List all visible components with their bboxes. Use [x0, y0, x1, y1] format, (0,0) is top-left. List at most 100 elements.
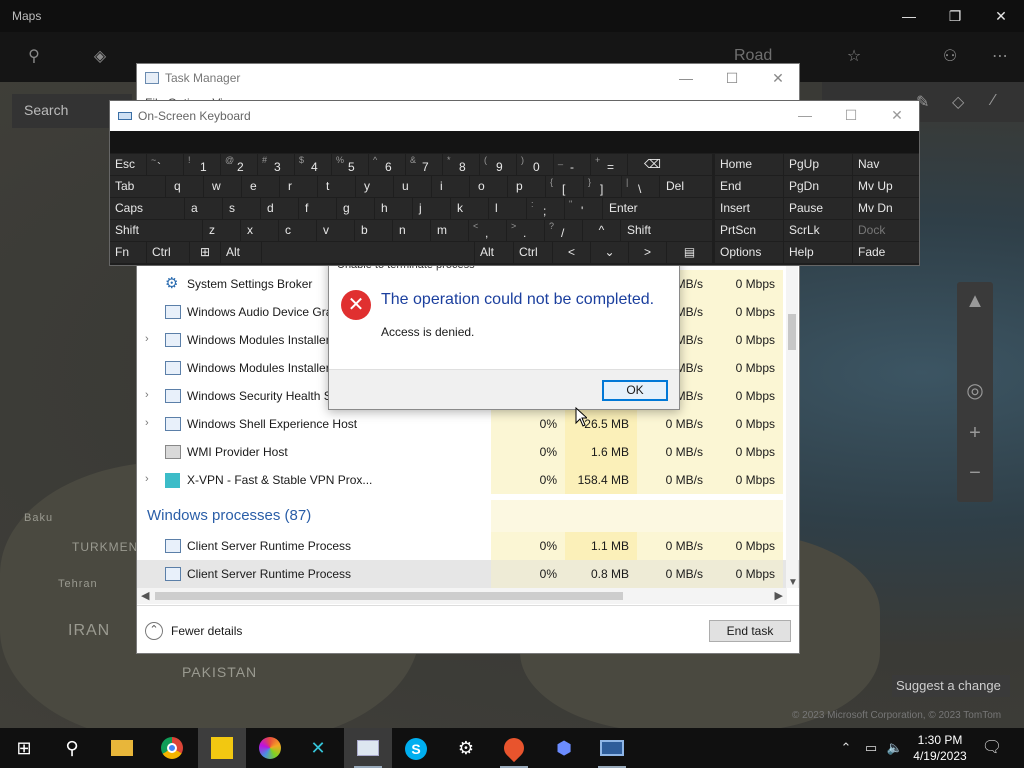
- windows-processes-group-header[interactable]: Windows processes (87): [147, 507, 311, 524]
- key-backspace[interactable]: ⌫: [628, 154, 712, 175]
- compass-icon[interactable]: ▲: [957, 290, 993, 313]
- key-shift-right[interactable]: Shift: [621, 220, 712, 241]
- key-period[interactable]: >.: [507, 220, 544, 241]
- key-b[interactable]: b: [355, 220, 392, 241]
- maps-minimize-button[interactable]: —: [886, 0, 932, 32]
- key-dock[interactable]: Dock: [853, 220, 919, 241]
- key-ctrl-right[interactable]: Ctrl: [514, 242, 552, 263]
- table-row[interactable]: › X-VPN - Fast & Stable VPN Prox... 0% 1…: [137, 466, 799, 494]
- locate-icon[interactable]: ◎: [957, 378, 993, 403]
- key-space[interactable]: [262, 242, 474, 263]
- remote-desktop-icon[interactable]: [588, 728, 636, 768]
- key-enter[interactable]: Enter: [603, 198, 712, 219]
- key-g[interactable]: g: [337, 198, 374, 219]
- key-right-arrow[interactable]: >: [629, 242, 666, 263]
- osk-maximize-button[interactable]: ☐: [828, 101, 874, 131]
- osk-close-button[interactable]: ✕: [874, 101, 920, 131]
- key-8[interactable]: * 8: [443, 154, 479, 175]
- key-equals[interactable]: + =: [591, 154, 627, 175]
- key-ctrl-left[interactable]: Ctrl: [147, 242, 189, 263]
- key-e[interactable]: e: [242, 176, 279, 197]
- key-prtscn[interactable]: PrtScn: [715, 220, 783, 241]
- key-j[interactable]: j: [413, 198, 450, 219]
- horizontal-scrollbar[interactable]: ◀ ▶: [137, 588, 787, 604]
- search-icon[interactable]: ⚲: [18, 42, 50, 72]
- expand-chevron-icon[interactable]: ›: [145, 389, 149, 401]
- key-pause[interactable]: Pause: [784, 198, 852, 219]
- taskbar-search-icon[interactable]: ⚲: [48, 728, 96, 768]
- expand-chevron-icon[interactable]: ›: [145, 473, 149, 485]
- key-v[interactable]: v: [317, 220, 354, 241]
- key-pgup[interactable]: PgUp: [784, 154, 852, 175]
- tm-minimize-button[interactable]: —: [663, 64, 709, 94]
- key-p[interactable]: p: [508, 176, 545, 197]
- key-end[interactable]: End: [715, 176, 783, 197]
- volume-icon[interactable]: 🔈: [884, 728, 906, 768]
- key-5[interactable]: % 5: [332, 154, 368, 175]
- show-hidden-icons-chevron-icon[interactable]: ⌃: [836, 728, 856, 768]
- key-a[interactable]: a: [185, 198, 222, 219]
- key-fn[interactable]: Fn: [110, 242, 146, 263]
- copilot-icon[interactable]: ⬢: [540, 728, 588, 768]
- favorites-icon[interactable]: ☆: [838, 42, 870, 72]
- maps-taskbar-icon[interactable]: [490, 728, 538, 768]
- start-button[interactable]: ⊞: [0, 728, 48, 768]
- task-manager-taskbar-icon[interactable]: [344, 728, 392, 768]
- key-esc[interactable]: Esc: [110, 154, 146, 175]
- key-nav[interactable]: Nav: [853, 154, 919, 175]
- key-4[interactable]: $4: [295, 154, 331, 175]
- key-w[interactable]: w: [204, 176, 241, 197]
- table-row-selected[interactable]: Client Server Runtime Process 0% 0.8 MB …: [137, 560, 799, 588]
- key-right-bracket[interactable]: }]: [584, 176, 621, 197]
- key-shift-left[interactable]: Shift: [110, 220, 202, 241]
- key-s[interactable]: s: [223, 198, 260, 219]
- zoom-in-icon[interactable]: +: [957, 422, 993, 445]
- key-r[interactable]: r: [280, 176, 317, 197]
- directions-icon[interactable]: ◈: [84, 42, 116, 72]
- key-9[interactable]: (9: [480, 154, 516, 175]
- key-t[interactable]: t: [318, 176, 355, 197]
- network-icon[interactable]: ▭: [860, 728, 882, 768]
- key-options[interactable]: Options: [715, 242, 783, 263]
- key-fade[interactable]: Fade: [853, 242, 919, 263]
- system-clock[interactable]: 1:30 PM 4/19/2023: [908, 732, 972, 764]
- key-alt-left[interactable]: Alt: [221, 242, 261, 263]
- key-insert[interactable]: Insert: [715, 198, 783, 219]
- key-d[interactable]: d: [261, 198, 298, 219]
- more-icon[interactable]: ⋯: [984, 42, 1016, 72]
- expand-chevron-icon[interactable]: ›: [145, 417, 149, 429]
- key-mvdn[interactable]: Mv Dn: [853, 198, 919, 219]
- key-n[interactable]: n: [393, 220, 430, 241]
- key-l[interactable]: l: [489, 198, 526, 219]
- key-minus[interactable]: _ -: [554, 154, 590, 175]
- key-7[interactable]: & 7: [406, 154, 442, 175]
- scroll-left-icon[interactable]: ◀: [141, 589, 149, 602]
- scroll-right-icon[interactable]: ▶: [775, 589, 783, 602]
- key-3[interactable]: #3: [258, 154, 294, 175]
- key-scrlk[interactable]: ScrLk: [784, 220, 852, 241]
- scroll-down-icon[interactable]: ▼: [788, 577, 798, 588]
- ok-button[interactable]: OK: [602, 380, 668, 401]
- expand-chevron-icon[interactable]: ›: [145, 333, 149, 345]
- suggest-change-button[interactable]: Suggest a change: [892, 675, 1010, 697]
- key-alt-right[interactable]: Alt: [475, 242, 513, 263]
- ruler-icon[interactable]: ⁄: [992, 92, 995, 110]
- key-comma[interactable]: <,: [469, 220, 506, 241]
- table-row[interactable]: › Windows Shell Experience Host 0% 26.5 …: [137, 410, 799, 438]
- chrome-icon[interactable]: [148, 728, 196, 768]
- skype-icon[interactable]: S: [392, 728, 440, 768]
- key-m[interactable]: m: [431, 220, 468, 241]
- key-k[interactable]: k: [451, 198, 488, 219]
- windows-key-icon[interactable]: ⊞: [190, 242, 220, 263]
- horizontal-scroll-thumb[interactable]: [155, 592, 623, 600]
- key-x[interactable]: x: [241, 220, 278, 241]
- vertical-scroll-thumb[interactable]: [788, 314, 796, 350]
- tm-close-button[interactable]: ✕: [755, 64, 801, 94]
- key-1[interactable]: ! 1: [184, 154, 220, 175]
- key-c[interactable]: c: [279, 220, 316, 241]
- key-menu-icon[interactable]: ▤: [667, 242, 712, 263]
- osk-minimize-button[interactable]: —: [782, 101, 828, 131]
- key-2[interactable]: @2: [221, 154, 257, 175]
- key-left-arrow[interactable]: <: [553, 242, 590, 263]
- xvpn-icon[interactable]: ✕: [294, 728, 342, 768]
